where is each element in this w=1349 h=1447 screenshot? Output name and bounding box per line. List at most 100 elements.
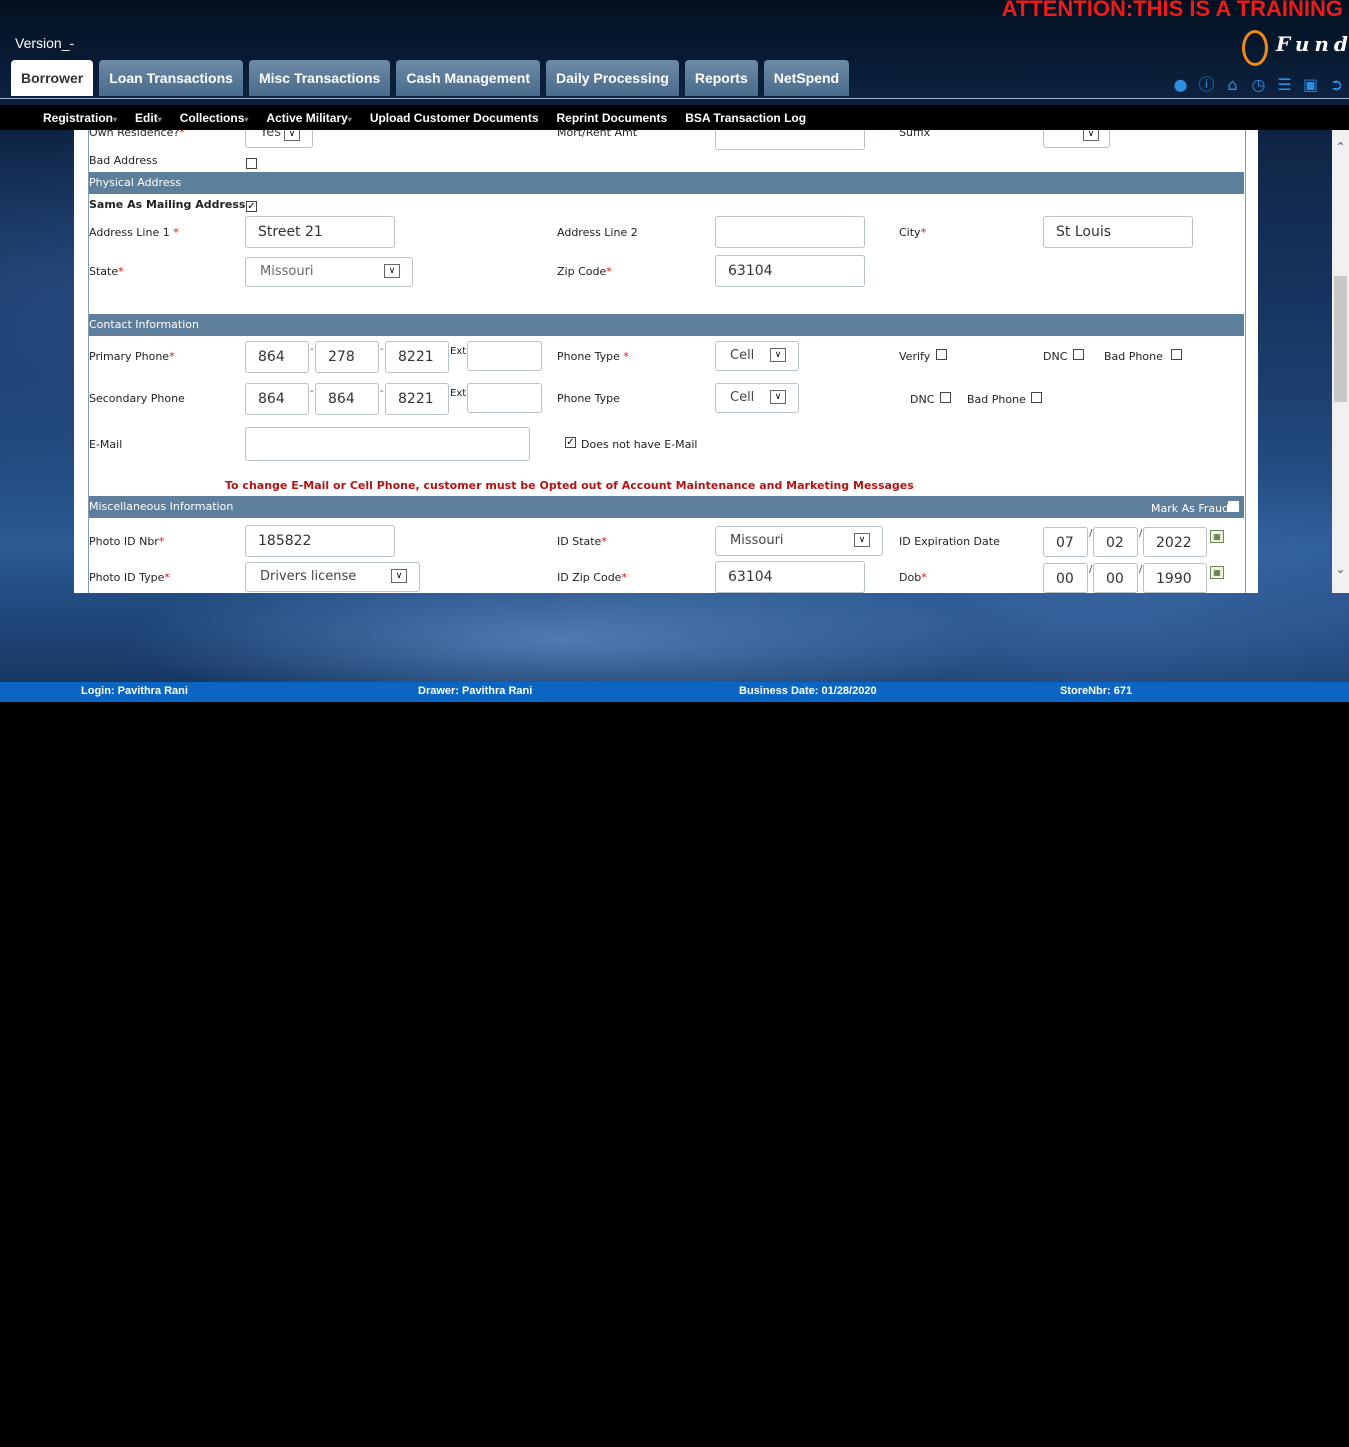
verify-label: Verify — [899, 350, 931, 363]
logo-text: Fund — [1276, 32, 1349, 56]
photo-id-type-select[interactable]: Drivers license ∨ — [245, 562, 420, 592]
verify-checkbox[interactable] — [936, 349, 947, 360]
dash: - — [380, 344, 384, 355]
same-as-mailing-label: Same As Mailing Address — [89, 198, 246, 211]
info-icon[interactable]: ⓘ — [1197, 75, 1216, 94]
menu-registration[interactable]: Registration▾ — [43, 111, 117, 125]
chevron-down-icon: ∨ — [1083, 130, 1099, 141]
bad-phone-2-label: Bad Phone — [967, 393, 1026, 406]
login-status: Login: Pavithra Rani — [81, 685, 188, 697]
sub-menu-bar: Registration▾ Edit▾ Collections▾ Active … — [0, 105, 1349, 130]
lock-icon[interactable]: ▣ — [1301, 75, 1320, 94]
address-line2-input[interactable] — [715, 216, 865, 248]
calendar-icon[interactable]: ▦ — [1210, 530, 1224, 543]
tab-netspend[interactable]: NetSpend — [763, 60, 850, 96]
suffix-label: Suffix — [899, 130, 931, 139]
opt-out-warning: To change E-Mail or Cell Phone, customer… — [225, 479, 914, 492]
slash: / — [1139, 564, 1143, 575]
secondary-phone-prefix[interactable]: 864 — [315, 383, 379, 415]
city-input[interactable]: St Louis — [1043, 216, 1193, 248]
bad-address-checkbox[interactable] — [246, 158, 257, 169]
same-as-mailing-checkbox[interactable]: ✓ — [246, 201, 257, 212]
zip-code-label: Zip Code* — [557, 265, 612, 278]
ext-label: Ext — [450, 346, 467, 357]
primary-phone-line[interactable]: 8221 — [385, 341, 449, 373]
no-email-label: Does not have E-Mail — [581, 438, 698, 451]
secondary-phone-label: Secondary Phone — [89, 392, 185, 405]
mark-as-fraud-checkbox[interactable] — [1228, 501, 1239, 512]
secondary-phone-ext[interactable] — [467, 383, 542, 413]
bad-phone-checkbox[interactable] — [1171, 349, 1182, 360]
menu-upload-customer-documents[interactable]: Upload Customer Documents — [370, 111, 539, 125]
menu-edit[interactable]: Edit▾ — [135, 111, 162, 125]
header-icons: ● ⓘ ⌂ ◷ ☰ ▣ ➲ — [1171, 75, 1346, 94]
slash: / — [1139, 528, 1143, 539]
home-icon[interactable]: ⌂ — [1223, 75, 1242, 94]
state-select[interactable]: Missouri ∨ — [245, 257, 413, 287]
phone-type-select[interactable]: Cell ∨ — [715, 341, 799, 371]
city-label: City* — [899, 226, 927, 239]
address-line1-input[interactable]: Street 21 — [245, 216, 395, 248]
contact-information-header: Contact Information — [89, 314, 1244, 336]
scroll-up-icon[interactable]: ⌃ — [1332, 140, 1349, 154]
tab-borrower[interactable]: Borrower — [11, 60, 94, 96]
misc-information-header: Miscellaneous Information — [89, 496, 1244, 518]
calendar-icon[interactable]: ▦ — [1210, 566, 1224, 579]
zip-code-input[interactable]: 63104 — [715, 255, 865, 287]
id-zip-code-label: ID Zip Code* — [557, 571, 627, 584]
scroll-down-icon[interactable]: ⌄ — [1332, 562, 1349, 576]
primary-phone-prefix[interactable]: 278 — [315, 341, 379, 373]
mort-rent-input[interactable] — [715, 130, 865, 150]
dob-day[interactable]: 00 — [1093, 563, 1138, 593]
tab-misc-transactions[interactable]: Misc Transactions — [248, 60, 391, 96]
photo-id-nbr-input[interactable]: 185822 — [245, 525, 395, 557]
main-tabs: Borrower Loan Transactions Misc Transact… — [11, 60, 850, 96]
menu-reprint-documents[interactable]: Reprint Documents — [557, 111, 668, 125]
bad-address-label: Bad Address — [89, 154, 158, 167]
mort-rent-label: Mort/Rent Amt — [557, 130, 638, 139]
logout-icon[interactable]: ➲ — [1327, 75, 1346, 94]
dnc-checkbox[interactable] — [1073, 349, 1084, 360]
id-exp-month[interactable]: 07 — [1043, 527, 1088, 557]
bad-phone-2-checkbox[interactable] — [1031, 392, 1042, 403]
primary-phone-ext[interactable] — [467, 341, 542, 371]
email-input[interactable] — [245, 427, 530, 461]
chevron-down-icon: ▾ — [244, 114, 249, 124]
id-zip-code-input[interactable]: 63104 — [715, 561, 865, 593]
own-residence-select[interactable]: Yes ∨ — [245, 130, 313, 148]
tab-daily-processing[interactable]: Daily Processing — [546, 60, 679, 96]
photo-id-nbr-label: Photo ID Nbr* — [89, 535, 165, 548]
store-number-status: StoreNbr: 671 — [1060, 685, 1133, 697]
user-icon[interactable]: ● — [1171, 75, 1190, 94]
scrollbar-thumb[interactable] — [1334, 276, 1347, 402]
menu-collections[interactable]: Collections▾ — [180, 111, 249, 125]
primary-phone-label: Primary Phone* — [89, 350, 175, 363]
tab-loan-transactions[interactable]: Loan Transactions — [99, 60, 243, 96]
dnc-2-checkbox[interactable] — [940, 392, 951, 403]
list-icon[interactable]: ☰ — [1275, 75, 1294, 94]
id-state-select[interactable]: Missouri ∨ — [715, 526, 883, 556]
id-exp-year[interactable]: 2022 — [1143, 527, 1207, 557]
dob-year[interactable]: 1990 — [1143, 563, 1207, 593]
secondary-phone-area[interactable]: 864 — [245, 383, 309, 415]
chevron-down-icon: ∨ — [391, 569, 407, 583]
id-exp-day[interactable]: 02 — [1093, 527, 1138, 557]
menu-active-military[interactable]: Active Military▾ — [266, 111, 351, 125]
tab-cash-management[interactable]: Cash Management — [396, 60, 541, 96]
clock-icon[interactable]: ◷ — [1249, 75, 1268, 94]
dash: - — [380, 386, 384, 397]
dob-month[interactable]: 00 — [1043, 563, 1088, 593]
drawer-status: Drawer: Pavithra Rani — [418, 685, 533, 697]
phone-type-2-select[interactable]: Cell ∨ — [715, 383, 799, 413]
bad-phone-label: Bad Phone — [1104, 350, 1163, 363]
tab-reports[interactable]: Reports — [684, 60, 758, 96]
slash: / — [1089, 564, 1093, 575]
no-email-checkbox[interactable]: ✓ — [565, 437, 576, 448]
vertical-scrollbar[interactable]: ⌃ ⌄ — [1332, 130, 1349, 593]
qfund-logo: Fund — [1242, 30, 1349, 70]
chevron-down-icon: ▾ — [157, 114, 162, 124]
secondary-phone-line[interactable]: 8221 — [385, 383, 449, 415]
primary-phone-area[interactable]: 864 — [245, 341, 309, 373]
menu-bsa-transaction-log[interactable]: BSA Transaction Log — [685, 111, 806, 125]
suffix-select[interactable]: ∨ — [1043, 130, 1110, 148]
